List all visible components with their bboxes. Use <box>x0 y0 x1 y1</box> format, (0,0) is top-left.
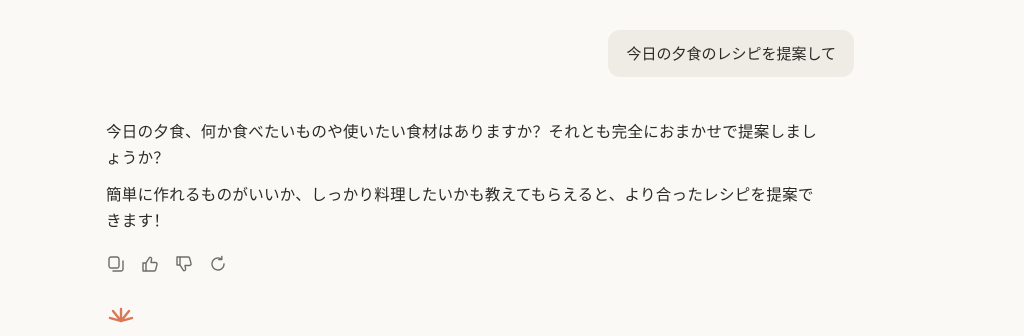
assistant-paragraph: 簡単に作れるものがいいか、しっかり料理したいかも教えてもらえると、より合ったレシ… <box>106 186 814 230</box>
user-message-text: 今日の夕食のレシピを提案して <box>626 45 836 63</box>
thumbs-down-button[interactable] <box>174 254 194 274</box>
copy-icon <box>108 256 124 272</box>
claude-logo-icon <box>108 307 134 323</box>
assistant-message: 今日の夕食、何か食べたいものや使いたい食材はありますか？それとも完全におまかせで… <box>106 119 826 234</box>
thumbs-up-icon <box>142 256 158 272</box>
retry-button[interactable] <box>208 254 228 274</box>
thumbs-down-icon <box>176 256 192 272</box>
message-actions <box>106 254 228 274</box>
copy-button[interactable] <box>106 254 126 274</box>
retry-icon <box>211 255 225 271</box>
thumbs-up-button[interactable] <box>140 254 160 274</box>
chat-conversation: 今日の夕食のレシピを提案して 今日の夕食、何か食べたいものや使いたい食材はありま… <box>0 0 1024 323</box>
assistant-paragraph: 今日の夕食、何か食べたいものや使いたい食材はありますか？それとも完全におまかせで… <box>106 123 818 167</box>
user-message-bubble: 今日の夕食のレシピを提案して <box>608 30 854 77</box>
